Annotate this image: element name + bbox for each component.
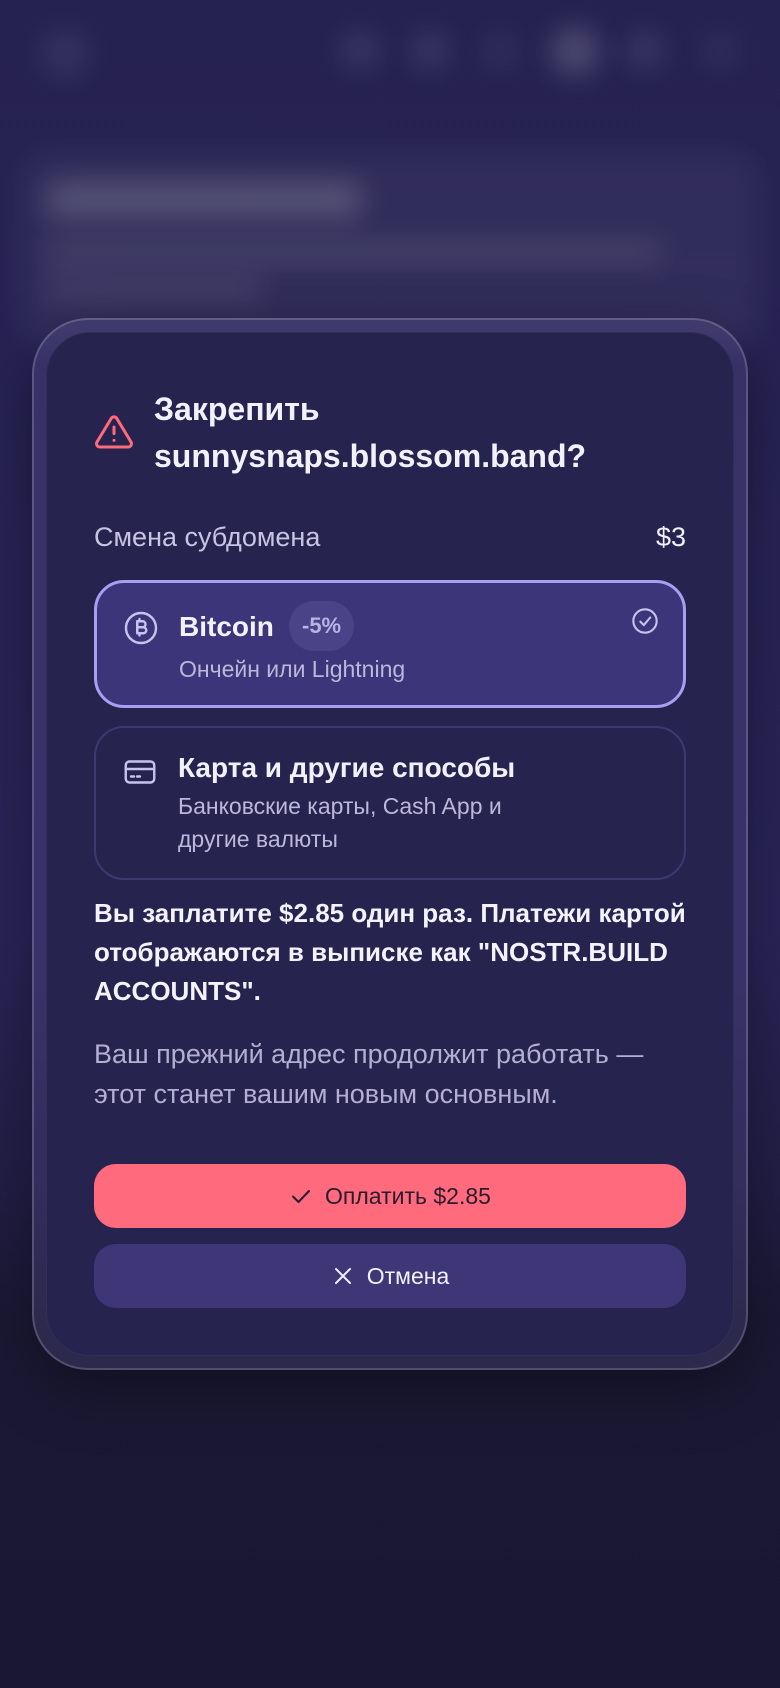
dialog-header: Закрепить sunnysnaps.blossom.band? [94, 386, 686, 480]
address-info-note: Ваш прежний адрес продолжит работать — э… [94, 1039, 644, 1109]
payment-option-subtitle: Банковские карты, Cash App и другие валю… [178, 793, 502, 852]
payment-option-bitcoin[interactable]: Bitcoin -5% Ончейн или Lightning [94, 580, 686, 708]
payment-note: Вы заплатите $2.85 один раз. Платежи кар… [94, 898, 686, 1006]
cancel-button-label: Отмена [366, 1262, 450, 1289]
payment-option-card[interactable]: Карта и другие способы Банковские карты,… [94, 726, 686, 880]
warning-icon [95, 415, 133, 449]
pin-subdomain-dialog: Закрепить sunnysnaps.blossom.band? Смена… [46, 332, 734, 1356]
checkmark-icon [292, 1190, 311, 1203]
subdomain-change-row: Смена субдомена $3 [94, 522, 686, 553]
pay-button[interactable]: Оплатить $2.85 [94, 1164, 686, 1228]
bitcoin-icon [124, 611, 158, 645]
pay-button-label: Оплатить $2.85 [325, 1182, 491, 1209]
dialog-title: Закрепить sunnysnaps.blossom.band? [154, 391, 587, 474]
credit-card-icon [124, 760, 156, 784]
check-circle-icon [632, 608, 658, 634]
payment-option-subtitle: Ончейн или Lightning [179, 656, 406, 682]
cancel-button[interactable]: Отмена [94, 1244, 686, 1308]
subdomain-change-price: $3 [655, 522, 686, 552]
discount-badge: -5% [289, 601, 355, 651]
payment-option-title: Карта и другие способы [178, 752, 516, 783]
subdomain-change-label: Смена субдомена [94, 522, 321, 552]
close-icon [334, 1268, 351, 1284]
payment-option-title: Bitcoin [179, 611, 274, 642]
